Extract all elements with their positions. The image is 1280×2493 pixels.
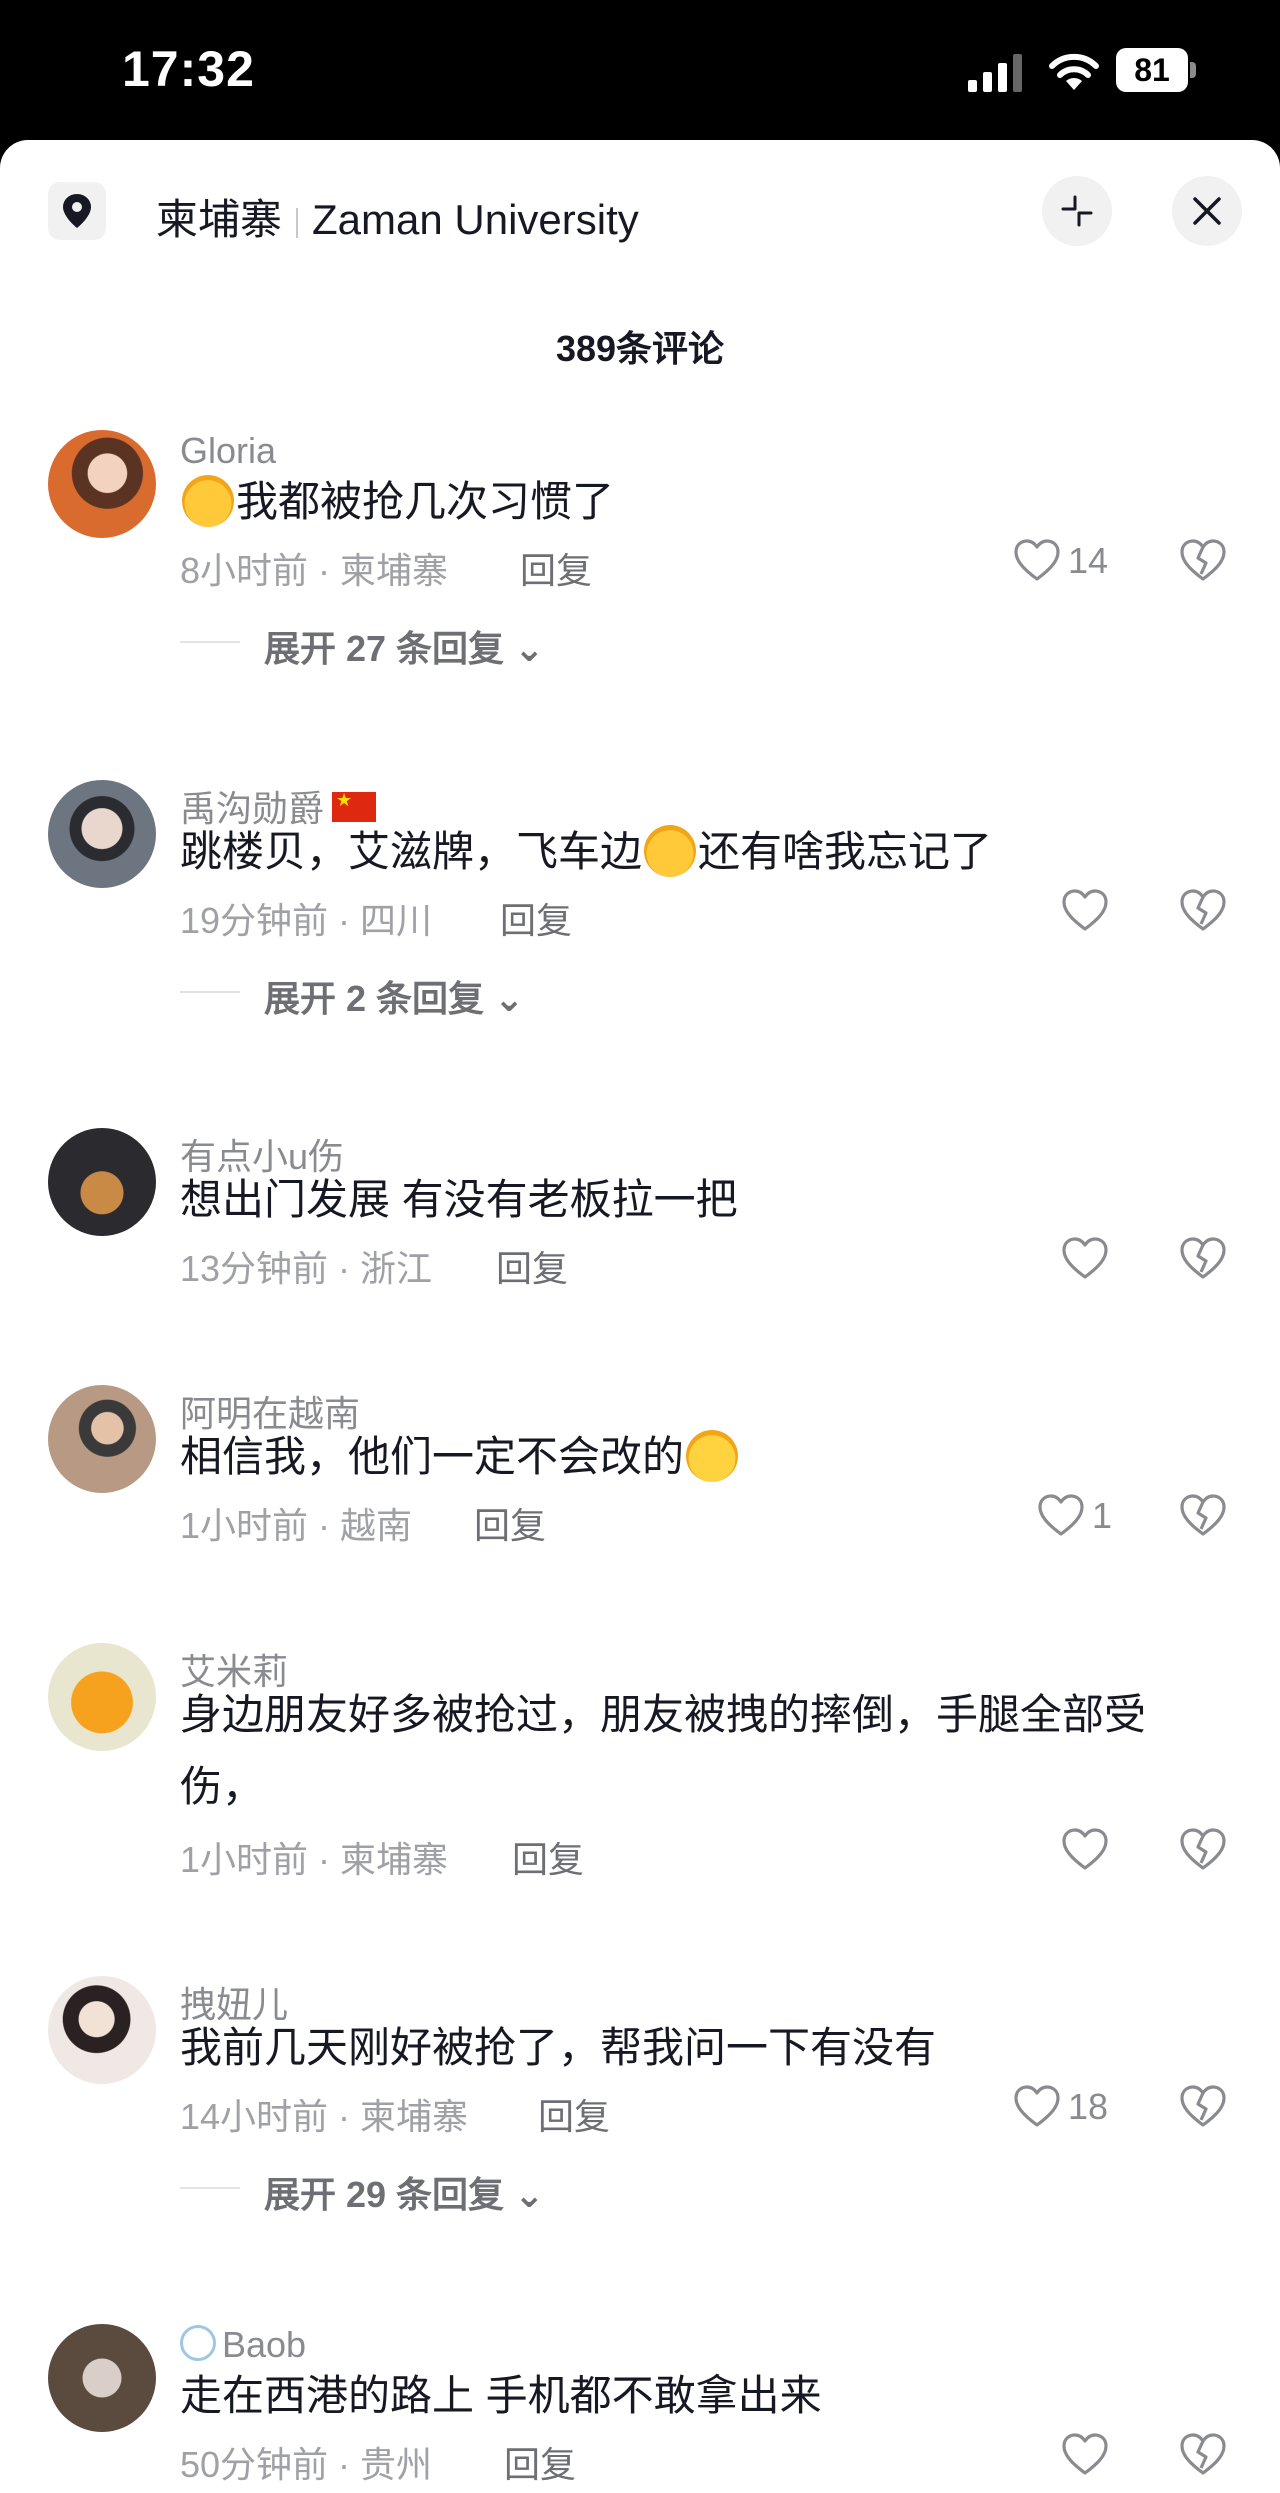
expand-divider (180, 2187, 240, 2189)
like-button[interactable] (1060, 1234, 1110, 1284)
comment-meta: 1小时前 · 越南 (180, 1505, 413, 1546)
comment-count: 389条评论 (555, 328, 725, 369)
broken-heart-icon[interactable] (1178, 2082, 1228, 2132)
avatar[interactable] (48, 1643, 156, 1751)
reply-button[interactable]: 回复 (496, 1240, 568, 1292)
rolling-laughing-emoji (182, 474, 234, 527)
battery-level: 81 (1116, 48, 1188, 92)
avatar[interactable] (48, 2324, 156, 2432)
battery-icon: 81 (1116, 48, 1198, 92)
heart-icon (1014, 2085, 1060, 2127)
avatar[interactable] (48, 780, 156, 888)
comment-text: 相信我，他们一定不会改的 (180, 1421, 1220, 1493)
like-button[interactable] (1060, 886, 1110, 936)
location-place: Zaman University (312, 196, 639, 243)
heart-icon (1062, 1237, 1108, 1279)
grinning-emoji (686, 1429, 739, 1482)
like-button[interactable]: 14 (1012, 536, 1112, 586)
broken-heart-icon[interactable] (1178, 1491, 1228, 1541)
comments-sheet: 柬埔寨 Zaman University 389条评论 Gloria 我都被抢几次… (0, 140, 1280, 2493)
avatar[interactable] (48, 1976, 156, 2084)
heart-icon (1038, 1494, 1084, 1536)
broken-heart-icon[interactable] (1178, 886, 1228, 936)
expand-replies-button[interactable]: 展开 27 条回复 ⌄ (264, 620, 544, 672)
like-count: 18 (1068, 2086, 1109, 2127)
location-country: 柬埔寨 (156, 196, 283, 243)
like-button[interactable] (1060, 1825, 1110, 1875)
broken-heart-icon[interactable] (1178, 1825, 1228, 1875)
comment-meta: 13分钟前 · 浙江 (180, 1248, 433, 1289)
location-divider (296, 207, 299, 238)
reply-button[interactable]: 回复 (474, 1497, 546, 1549)
reply-button[interactable]: 回复 (512, 1831, 584, 1883)
broken-heart-icon[interactable] (1178, 536, 1228, 586)
expand-divider (180, 991, 240, 993)
wifi-icon (1049, 53, 1099, 90)
bubble-icon (180, 2325, 216, 2362)
collapse-button[interactable] (1042, 176, 1112, 246)
rolling-laughing-emoji (644, 824, 697, 877)
heart-icon (1062, 1828, 1108, 1870)
comment-meta: 14小时前 · 柬埔寨 (180, 2096, 469, 2137)
comment-text: 想出门发展 有没有老板拉一把 (180, 1176, 738, 1223)
close-button[interactable] (1172, 176, 1242, 246)
location-pin-icon[interactable] (48, 182, 106, 240)
avatar[interactable] (48, 430, 156, 538)
comment-text: 我前几天刚好被抢了，帮我问一下有没有 (180, 2024, 937, 2071)
comment-text: 走在西港的路上 手机都不敢拿出来 (180, 2372, 822, 2419)
reply-button[interactable]: 回复 (520, 542, 592, 594)
like-button[interactable]: 1 (1036, 1491, 1116, 1541)
comment-meta: 50分钟前 · 贵州 (180, 2444, 433, 2485)
comment-text: 跳楼贝，艾滋牌，飞车边 还有啥我忘记了 (180, 816, 1220, 888)
comment-text: 身边朋友好多被抢过，朋友被拽的摔倒，手腿全部受伤， (180, 1691, 1147, 1810)
expand-divider (180, 641, 240, 643)
broken-heart-icon[interactable] (1178, 2430, 1228, 2480)
close-icon (1193, 197, 1221, 225)
collapse-icon (1061, 195, 1093, 227)
like-button[interactable]: 18 (1012, 2082, 1112, 2132)
like-count: 14 (1068, 540, 1109, 581)
cellular-signal-icon (968, 54, 1022, 92)
reply-button[interactable]: 回复 (538, 2088, 610, 2140)
comment-meta: 19分钟前 · 四川 (180, 900, 433, 941)
like-button[interactable] (1060, 2430, 1110, 2480)
heart-icon (1062, 2433, 1108, 2475)
status-bar: 17:32 81 (0, 0, 1280, 140)
heart-icon (1014, 539, 1060, 581)
comment-meta: 8小时前 · 柬埔寨 (180, 550, 449, 591)
sheet-header: 柬埔寨 Zaman University (0, 140, 1280, 280)
reply-button[interactable]: 回复 (504, 2436, 576, 2488)
location-title[interactable]: 柬埔寨 Zaman University (156, 186, 639, 247)
comment-text: 我都被抢几次习惯了 (180, 466, 1220, 538)
status-time: 17:32 (122, 41, 255, 97)
heart-icon (1062, 889, 1108, 931)
avatar[interactable] (48, 1385, 156, 1493)
avatar[interactable] (48, 1128, 156, 1236)
broken-heart-icon[interactable] (1178, 1234, 1228, 1284)
expand-replies-button[interactable]: 展开 2 条回复 ⌄ (264, 970, 524, 1022)
reply-button[interactable]: 回复 (500, 892, 572, 944)
comment-meta: 1小时前 · 柬埔寨 (180, 1839, 449, 1880)
like-count: 1 (1092, 1495, 1113, 1536)
expand-replies-button[interactable]: 展开 29 条回复 ⌄ (264, 2166, 544, 2218)
